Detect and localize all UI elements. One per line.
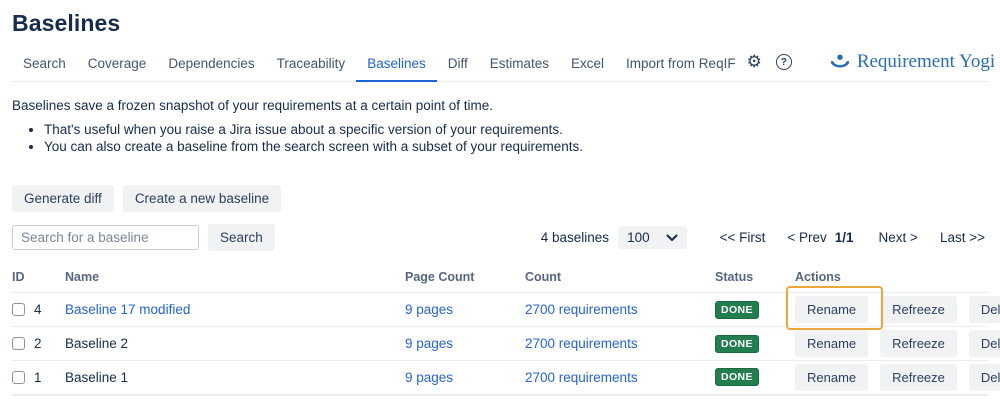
delete-button[interactable]: Delete [969,330,1000,357]
requirement-count-link[interactable]: 2700 requirements [525,336,638,351]
intro-bullet: That's useful when you raise a Jira issu… [44,121,988,138]
refreeze-button[interactable]: Refreeze [880,296,957,323]
tab-bar: Search Coverage Dependencies Traceabilit… [12,50,988,82]
status-badge: DONE [715,335,759,353]
intro-text: Baselines save a frozen snapshot of your… [12,98,988,114]
help-icon[interactable]: ? [776,54,792,70]
baseline-count-label: 4 baselines [541,230,609,245]
page-title: Baselines [12,10,988,36]
brand-logo[interactable]: Requirement Yogi [830,51,995,73]
intro-bullet-list: That's useful when you raise a Jira issu… [12,121,988,155]
requirement-count-link[interactable]: 2700 requirements [525,302,638,317]
row-id: 1 [34,370,42,385]
page-indicator: 1/1 [835,230,854,245]
tab-dependencies[interactable]: Dependencies [157,50,265,82]
pager: << First < Prev 1/1 Next > Last >> [717,230,988,245]
refreeze-button[interactable]: Refreeze [880,364,957,391]
yogi-logo-icon [830,54,850,70]
prev-page-link[interactable]: < Prev [784,230,829,245]
table-row: 1 Baseline 1 9 pages 2700 requirements D… [12,361,988,395]
row-checkbox[interactable] [12,303,25,316]
brand-name: Requirement Yogi [857,51,995,73]
column-header-status: Status [715,268,795,293]
last-page-link[interactable]: Last >> [937,230,988,245]
chevron-down-icon [666,234,678,242]
page-count-link[interactable]: 9 pages [405,302,453,317]
table-row: 4 Baseline 17 modified 9 pages 2700 requ… [12,293,988,327]
baselines-page: Baselines Search Coverage Dependencies T… [0,10,1000,396]
page-count-link[interactable]: 9 pages [405,336,453,351]
baseline-name: Baseline 2 [65,336,128,351]
tab-search[interactable]: Search [12,50,77,82]
refreeze-button[interactable]: Refreeze [880,330,957,357]
page-size-value: 100 [627,230,650,245]
page-size-select[interactable]: 100 [618,226,687,249]
tab-diff[interactable]: Diff [437,50,479,82]
tab-excel[interactable]: Excel [560,50,615,82]
column-header-id: ID [12,268,65,293]
controls-row: Search 4 baselines 100 << First < Prev 1… [12,224,988,251]
rename-button[interactable]: Rename [795,296,868,323]
intro-bullet: You can also create a baseline from the … [44,138,988,155]
baselines-table: ID Name Page Count Count Status Actions … [12,268,988,396]
page-count-link[interactable]: 9 pages [405,370,453,385]
column-header-count: Count [525,268,715,293]
delete-button[interactable]: Delete [969,364,1000,391]
tab-coverage[interactable]: Coverage [77,50,158,82]
first-page-link[interactable]: << First [717,230,769,245]
rename-button[interactable]: Rename [795,330,868,357]
pagination: 4 baselines 100 << First < Prev 1/1 Next… [541,226,988,249]
tab-estimates[interactable]: Estimates [479,50,560,82]
column-header-name: Name [65,268,405,293]
column-header-page-count: Page Count [405,268,525,293]
row-id: 2 [34,336,42,351]
next-page-link[interactable]: Next > [876,230,921,245]
table-header-row: ID Name Page Count Count Status Actions [12,268,988,293]
search-input[interactable] [12,225,199,250]
search-button[interactable]: Search [208,224,275,251]
requirement-count-link[interactable]: 2700 requirements [525,370,638,385]
tabbar-right-icons: ⚙ ? Requirement Yogi [747,51,996,81]
status-badge: DONE [715,368,759,386]
create-baseline-button[interactable]: Create a new baseline [123,185,281,212]
tab-traceability[interactable]: Traceability [266,50,357,82]
gear-icon[interactable]: ⚙ [747,54,762,70]
tab-import-reqif[interactable]: Import from ReqIF [615,50,747,82]
table-row: 2 Baseline 2 9 pages 2700 requirements D… [12,327,988,361]
row-checkbox[interactable] [12,337,25,350]
generate-diff-button[interactable]: Generate diff [12,185,114,212]
row-id: 4 [34,302,42,317]
tab-baselines[interactable]: Baselines [356,50,437,82]
toolbar: Generate diff Create a new baseline [12,185,988,212]
status-badge: DONE [715,301,759,319]
column-header-actions: Actions [795,268,988,293]
row-checkbox[interactable] [12,371,25,384]
baseline-name-link[interactable]: Baseline 17 modified [65,302,190,317]
delete-button[interactable]: Delete [969,296,1000,323]
baseline-name: Baseline 1 [65,370,128,385]
rename-button[interactable]: Rename [795,364,868,391]
